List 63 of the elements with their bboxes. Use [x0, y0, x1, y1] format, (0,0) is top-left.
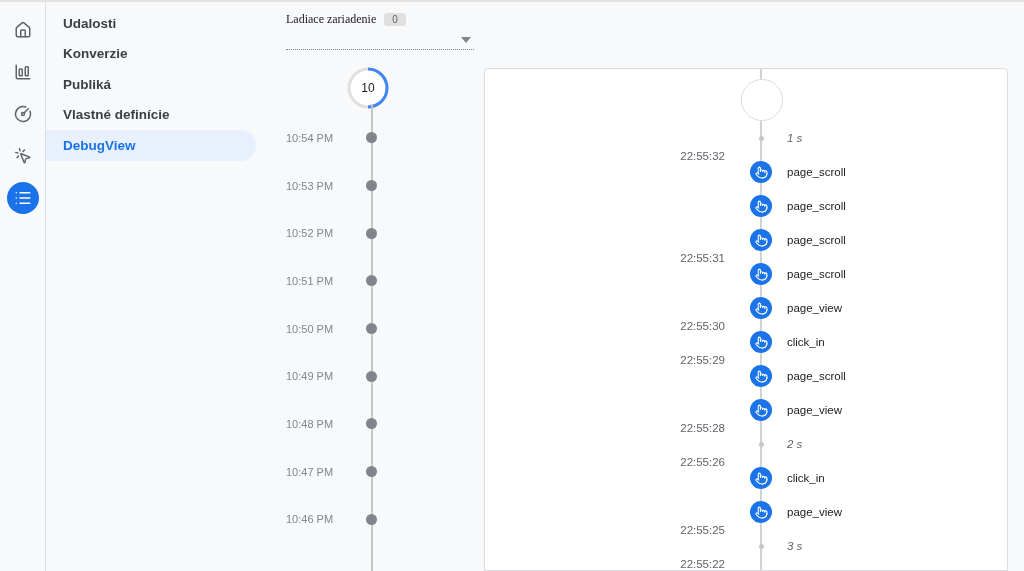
minute-dot[interactable] [366, 466, 377, 478]
pointer-icon[interactable] [750, 297, 772, 319]
minute-dot[interactable] [366, 132, 377, 144]
minute-label: 10:54 PM [286, 131, 335, 144]
device-label: Ladiace zariadenie [286, 12, 377, 27]
minute-label: 10:46 PM [286, 513, 335, 526]
pointer-icon[interactable] [750, 467, 772, 489]
timestamp: 22:55:29 [680, 354, 725, 366]
minute-dot[interactable] [366, 275, 377, 287]
minute-dot[interactable] [366, 513, 377, 525]
event-name[interactable]: page_scroll [787, 234, 1007, 246]
minute-dot[interactable] [366, 180, 377, 192]
timestamp: 22:55:28 [680, 422, 725, 434]
nav-item[interactable]: Publiká [46, 69, 256, 100]
nav-item[interactable]: Vlastné definície [46, 99, 256, 130]
minute-label: 10:47 PM [286, 465, 335, 478]
minute-dot[interactable] [366, 227, 377, 239]
timestamp: 22:55:30 [680, 320, 725, 332]
timestamp: 22:55:22 [680, 558, 725, 570]
pointer-icon[interactable] [750, 161, 772, 183]
list-icon[interactable] [6, 182, 39, 214]
minute-label: 10:53 PM [286, 179, 335, 192]
pointer-icon[interactable] [750, 195, 772, 217]
timestamp: 22:55:25 [680, 524, 725, 536]
minute-dot[interactable] [366, 418, 377, 430]
pointer-icon[interactable] [750, 263, 772, 285]
nav-item[interactable]: Konverzie [46, 38, 256, 69]
minute-label: 10:49 PM [286, 370, 335, 383]
minute-label: 10:48 PM [286, 417, 335, 430]
pointer-icon[interactable] [750, 365, 772, 387]
caret-icon [461, 37, 471, 43]
event-name[interactable]: page_scroll [787, 268, 1007, 280]
minute-label: 10:51 PM [286, 274, 335, 287]
gap-dot [758, 135, 764, 141]
minute-dot[interactable] [366, 370, 377, 382]
gap-dot [758, 441, 764, 447]
event-name[interactable]: page_view [787, 302, 1007, 314]
stream-top-circle [741, 79, 783, 121]
gap-dot [758, 543, 764, 549]
event-name[interactable]: page_view [787, 506, 1007, 518]
device-count: 0 [384, 13, 406, 26]
countdown-number: 10 [361, 81, 375, 95]
minute-dot[interactable] [366, 323, 377, 335]
event-name[interactable]: click_in [787, 336, 1007, 348]
event-name[interactable]: page_view [787, 404, 1007, 416]
event-name[interactable]: page_scroll [787, 370, 1007, 382]
event-name[interactable]: click_in [787, 472, 1007, 484]
gap-duration: 1 s [787, 132, 804, 144]
event-name[interactable]: page_scroll [787, 200, 1007, 212]
pointer-icon[interactable] [750, 229, 772, 251]
nav-item[interactable]: Udalosti [46, 8, 256, 39]
timestamp: 22:55:26 [680, 456, 725, 468]
pointer-icon[interactable] [750, 399, 772, 421]
gap-duration: 2 s [787, 438, 804, 450]
minute-label: 10:50 PM [286, 322, 335, 335]
minute-label: 10:52 PM [286, 227, 335, 240]
pointer-icon[interactable] [750, 331, 772, 353]
event-name[interactable]: page_scroll [787, 166, 1007, 178]
nav-item[interactable]: DebugView [46, 130, 256, 161]
pointer-icon[interactable] [750, 501, 772, 523]
timestamp: 22:55:32 [680, 150, 725, 162]
gap-duration: 3 s [787, 540, 804, 552]
timestamp: 22:55:31 [680, 252, 725, 264]
